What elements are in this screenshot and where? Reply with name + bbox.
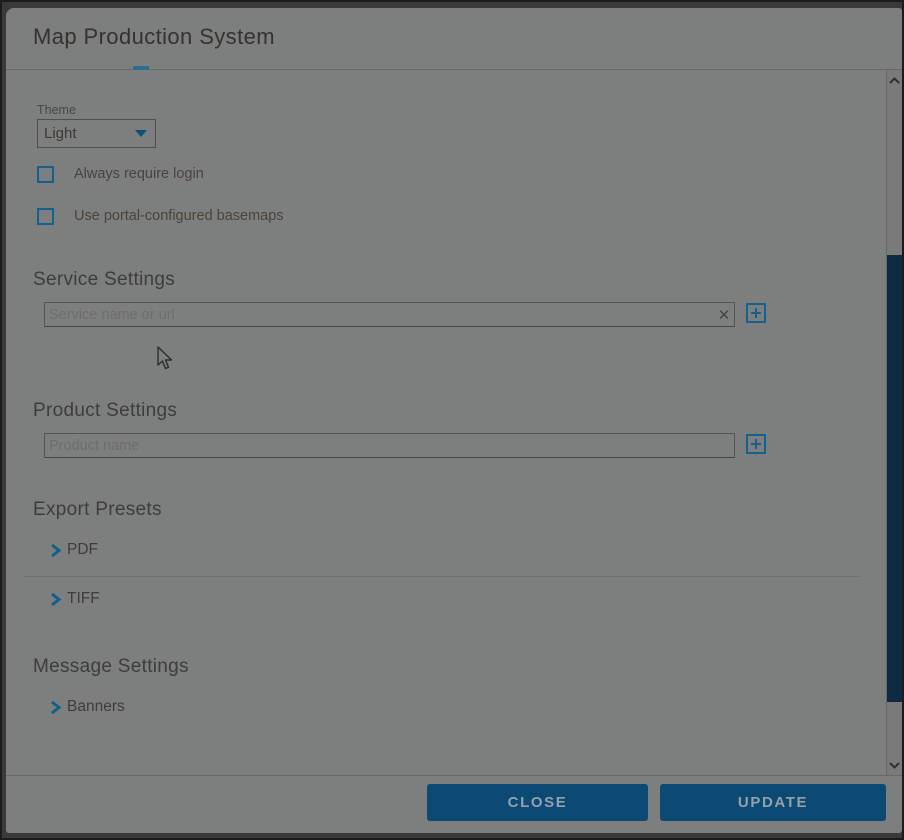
clear-icon[interactable]: ✕ — [713, 304, 735, 325]
dialog-footer: CLOSE UPDATE — [6, 775, 902, 833]
service-name-input[interactable] — [44, 302, 735, 327]
chevron-right-icon — [49, 543, 62, 558]
map-production-dialog: Map Production System Theme Light Always… — [6, 8, 902, 833]
checkbox-portal-basemaps[interactable]: Use portal-configured basemaps — [37, 207, 284, 225]
checkbox-icon[interactable] — [37, 208, 54, 225]
scrollbar[interactable] — [886, 70, 902, 775]
update-button[interactable]: UPDATE — [660, 784, 886, 821]
export-preset-pdf-row[interactable]: PDF — [49, 541, 98, 559]
chevron-right-icon — [49, 700, 62, 715]
add-service-button[interactable] — [746, 303, 766, 323]
checkbox-label: Always require login — [74, 166, 204, 182]
export-preset-label: PDF — [67, 541, 98, 559]
export-preset-tiff-row[interactable]: TIFF — [49, 590, 100, 608]
row-divider — [24, 576, 860, 577]
scroll-down-arrow-icon[interactable] — [887, 757, 902, 773]
service-settings-heading: Service Settings — [33, 269, 175, 291]
checkbox-always-require-login[interactable]: Always require login — [37, 165, 204, 183]
add-product-button[interactable] — [746, 434, 766, 454]
scroll-up-arrow-icon[interactable] — [887, 72, 902, 88]
plus-icon — [750, 307, 762, 319]
export-presets-heading: Export Presets — [33, 499, 162, 521]
plus-icon — [750, 438, 762, 450]
clipped-input-edge — [133, 66, 149, 70]
message-settings-heading: Message Settings — [33, 656, 189, 678]
message-item-label: Banners — [67, 698, 125, 716]
export-preset-label: TIFF — [67, 590, 100, 608]
checkbox-icon[interactable] — [37, 166, 54, 183]
chevron-down-icon — [135, 130, 147, 137]
theme-label: Theme — [37, 103, 76, 117]
product-name-input[interactable] — [44, 433, 735, 458]
theme-select-value: Light — [44, 125, 135, 142]
dialog-header: Map Production System — [6, 8, 902, 70]
chevron-right-icon — [49, 592, 62, 607]
mouse-cursor — [156, 346, 174, 372]
product-settings-heading: Product Settings — [33, 400, 177, 422]
screen-backdrop: Map Production System Theme Light Always… — [0, 0, 904, 840]
checkbox-label: Use portal-configured basemaps — [74, 208, 284, 224]
theme-select[interactable]: Light — [37, 119, 156, 148]
scrollbar-thumb[interactable] — [887, 255, 902, 702]
close-button[interactable]: CLOSE — [427, 784, 648, 821]
page-title: Map Production System — [33, 24, 275, 50]
message-banners-row[interactable]: Banners — [49, 698, 125, 716]
